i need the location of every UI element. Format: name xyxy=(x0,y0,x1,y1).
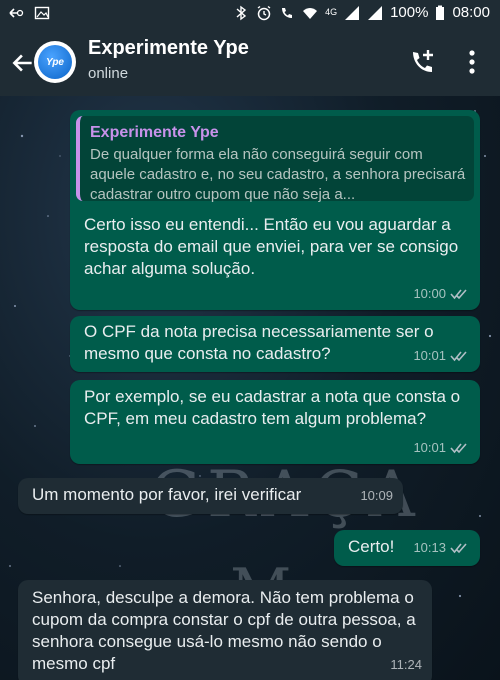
avatar[interactable]: Ype xyxy=(34,41,76,83)
double-check-icon xyxy=(450,543,467,554)
network-type: 4G xyxy=(325,7,338,17)
double-check-icon xyxy=(450,443,467,454)
alarm-icon xyxy=(257,5,271,20)
message-bubble-outgoing[interactable]: Experimente Ype De qualquer forma ela nã… xyxy=(70,110,480,310)
chat-header: Ype Experimente Ype online xyxy=(0,28,500,96)
message-meta: 10:13 xyxy=(413,537,470,559)
status-bar: 4G 100% 08:00 xyxy=(0,0,500,28)
clock: 08:00 xyxy=(452,4,490,21)
more-options-icon[interactable] xyxy=(462,48,482,76)
contact-status: online xyxy=(88,65,129,82)
quoted-text: De qualquer forma ela não conseguirá seg… xyxy=(90,146,466,203)
quoted-sender: Experimente Ype xyxy=(90,124,219,141)
message-meta: 10:00 xyxy=(413,283,470,305)
battery-percent: 100% xyxy=(390,4,429,21)
wifi-call-icon xyxy=(282,7,293,18)
add-call-icon[interactable] xyxy=(408,47,438,77)
message-meta: 10:09 xyxy=(360,485,393,507)
message-time: 10:13 xyxy=(413,540,446,555)
battery-icon xyxy=(436,5,445,20)
message-bubble-incoming[interactable]: Senhora, desculpe a demora. Não tem prob… xyxy=(18,580,432,680)
chat-area[interactable]: GRAÇA M Experimente Ype De qualquer form… xyxy=(0,96,500,680)
message-bubble-incoming[interactable]: Um momento por favor, irei verificar 10:… xyxy=(18,478,403,514)
quoted-message[interactable]: Experimente Ype De qualquer forma ela nã… xyxy=(76,116,474,203)
message-bubble-outgoing[interactable]: Certo! 10:13 xyxy=(334,530,480,566)
message-time: 10:09 xyxy=(360,488,393,503)
message-text: Por exemplo, se eu cadastrar a nota que … xyxy=(84,387,461,428)
double-check-icon xyxy=(450,289,467,300)
signal-icon xyxy=(345,5,360,20)
missed-call-icon xyxy=(9,8,24,18)
message-bubble-outgoing[interactable]: O CPF da nota precisa necessariamente se… xyxy=(70,316,480,372)
contact-name[interactable]: Experimente Ype xyxy=(88,37,249,60)
message-text: Um momento por favor, irei verificar xyxy=(32,485,302,504)
message-text: Certo! xyxy=(348,537,395,556)
avatar-logo: Ype xyxy=(38,45,72,79)
back-arrow-icon[interactable] xyxy=(10,50,36,76)
message-time: 10:01 xyxy=(413,348,446,363)
message-text: Senhora, desculpe a demora. Não tem prob… xyxy=(32,588,416,673)
bluetooth-icon xyxy=(236,5,247,20)
message-meta: 10:01 xyxy=(413,345,470,367)
double-check-icon xyxy=(450,351,467,362)
message-bubble-outgoing[interactable]: Por exemplo, se eu cadastrar a nota que … xyxy=(70,380,480,464)
message-text: Certo isso eu entendi... Então eu vou ag… xyxy=(84,215,459,278)
message-meta: 10:01 xyxy=(413,437,470,459)
message-time: 11:24 xyxy=(390,657,422,672)
image-icon xyxy=(34,6,50,20)
message-time: 10:00 xyxy=(413,286,446,301)
message-time: 10:01 xyxy=(413,440,446,455)
signal-icon-2 xyxy=(368,5,383,20)
wifi-icon xyxy=(303,7,318,19)
message-meta: 11:24 xyxy=(390,654,422,676)
